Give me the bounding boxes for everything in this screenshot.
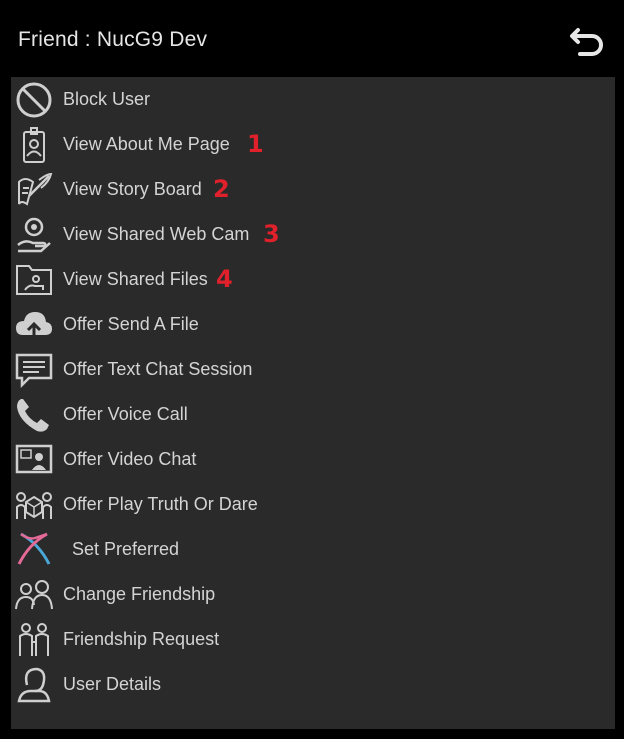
menu-item-label: Set Preferred bbox=[72, 539, 180, 559]
menu-item-label: View Shared Files bbox=[63, 269, 208, 289]
step-badge: 3 bbox=[263, 220, 280, 248]
menu-item-label: Offer Send A File bbox=[63, 314, 199, 334]
menu-item-label: View Story Board bbox=[63, 179, 202, 199]
header-bar: Friend : NucG9 Dev bbox=[0, 0, 624, 77]
menu-item-label: Offer Play Truth Or Dare bbox=[63, 494, 258, 514]
quill-scroll-icon bbox=[13, 170, 55, 210]
menu-item-label: Block User bbox=[63, 89, 151, 109]
menu-item-label: User Details bbox=[63, 674, 162, 694]
menu-item-user-details[interactable]: User Details bbox=[11, 662, 615, 707]
menu-item-label: Offer Video Chat bbox=[63, 449, 197, 469]
menu-item-label: Change Friendship bbox=[63, 584, 216, 604]
menu-item-block-user[interactable]: Block User bbox=[11, 77, 615, 122]
menu-item-offer-text-chat[interactable]: Offer Text Chat Session bbox=[11, 347, 615, 392]
menu-item-label: Offer Voice Call bbox=[63, 404, 188, 424]
menu-item-set-preferred[interactable]: Set Preferred bbox=[11, 527, 615, 572]
video-chat-icon bbox=[13, 440, 55, 480]
webcam-hand-icon bbox=[13, 215, 55, 255]
step-badge: 2 bbox=[213, 175, 230, 203]
menu-item-change-friendship[interactable]: Change Friendship bbox=[11, 572, 615, 617]
phone-icon bbox=[13, 395, 55, 435]
menu-item-friendship-request[interactable]: Friendship Request bbox=[11, 617, 615, 662]
menu-item-offer-voice-call[interactable]: Offer Voice Call bbox=[11, 392, 615, 437]
friend-menu-panel: Block User View About Me Page 1 View Sto… bbox=[11, 77, 615, 729]
cloud-upload-icon bbox=[13, 305, 55, 345]
block-icon bbox=[13, 80, 55, 120]
page-title: Friend : NucG9 Dev bbox=[18, 28, 208, 51]
truth-or-dare-icon bbox=[13, 485, 55, 525]
menu-item-offer-video-chat[interactable]: Offer Video Chat bbox=[11, 437, 615, 482]
step-badge: 4 bbox=[216, 265, 233, 293]
user-details-icon bbox=[13, 665, 55, 705]
preferred-icon bbox=[13, 530, 55, 570]
shared-folder-icon bbox=[13, 260, 55, 300]
menu-item-view-story-board[interactable]: View Story Board 2 bbox=[11, 167, 615, 212]
menu-item-label: View About Me Page bbox=[63, 134, 230, 154]
menu-item-label: View Shared Web Cam bbox=[63, 224, 250, 244]
step-badge: 1 bbox=[247, 130, 264, 158]
menu-item-view-shared-files[interactable]: View Shared Files 4 bbox=[11, 257, 615, 302]
chat-bubble-icon bbox=[13, 350, 55, 390]
menu-item-view-shared-web-cam[interactable]: View Shared Web Cam 3 bbox=[11, 212, 615, 257]
menu-item-label: Offer Text Chat Session bbox=[63, 359, 253, 379]
menu-item-offer-send-file[interactable]: Offer Send A File bbox=[11, 302, 615, 347]
undo-arrow-icon bbox=[570, 28, 603, 56]
menu-item-view-about-me[interactable]: View About Me Page 1 bbox=[11, 122, 615, 167]
back-button[interactable] bbox=[566, 22, 608, 64]
friends-icon bbox=[13, 575, 55, 615]
menu-item-offer-truth-or-dare[interactable]: Offer Play Truth Or Dare bbox=[11, 482, 615, 527]
menu-item-label: Friendship Request bbox=[63, 629, 220, 649]
id-badge-icon bbox=[13, 125, 55, 165]
friendship-request-icon bbox=[13, 620, 55, 660]
